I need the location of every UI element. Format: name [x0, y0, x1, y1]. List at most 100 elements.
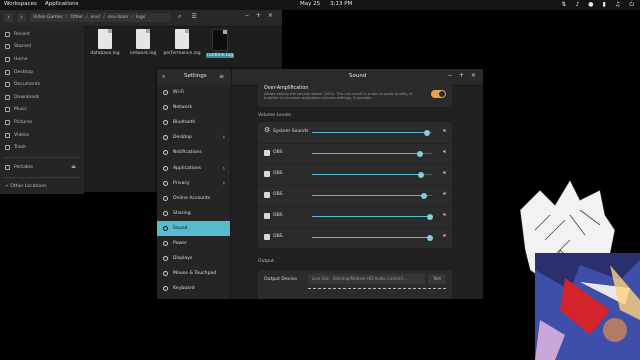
view-options-icon[interactable]: ☰	[191, 13, 196, 21]
sidebar-item-downloads[interactable]: Downloads	[0, 91, 84, 104]
speaker-icon[interactable]: 🔊︎	[443, 233, 446, 239]
output-device-select[interactable]: Line Out - Starship/Matisse HD Audio Con…	[308, 274, 425, 284]
file-item[interactable]: database.log	[84, 29, 126, 56]
sidebar-item-other-locations[interactable]: + Other Locations	[0, 181, 84, 194]
sidebar-item-pictures[interactable]: Pictures	[0, 116, 84, 129]
over-amplification-row: Over-Amplification Allows raising the vo…	[258, 85, 452, 107]
maximize-button[interactable]: +	[256, 12, 261, 19]
test-button[interactable]: Test	[428, 274, 446, 284]
volume-icon[interactable]: ♪	[575, 1, 579, 9]
breadcrumb-item[interactable]: Other	[70, 15, 83, 20]
sidebar-item-recent[interactable]: Recent	[0, 28, 84, 41]
desktop-icon	[5, 69, 10, 75]
minimize-button[interactable]: ‒	[448, 72, 452, 79]
maximize-button[interactable]: +	[459, 72, 464, 79]
sidebar-item-desktop[interactable]: Desktop	[0, 66, 84, 79]
breadcrumb-item[interactable]: logs	[136, 15, 145, 20]
close-button[interactable]: ×	[471, 72, 476, 79]
bluetooth-icon	[163, 120, 168, 126]
app-icon	[264, 171, 270, 177]
volume-slider[interactable]	[312, 213, 433, 220]
volume-slider[interactable]	[312, 150, 432, 157]
app-icon	[264, 234, 270, 240]
sidebar-item-label: Recent	[14, 31, 30, 37]
breadcrumb[interactable]: Video Games / Other / osu! / osu-lazer / logs	[30, 13, 170, 22]
chevron-right-icon: ›	[222, 134, 225, 142]
sidebar-item-desktop[interactable]: Desktop ›	[157, 130, 230, 145]
sidebar-item-power[interactable]: Power	[157, 236, 230, 251]
speaker-icon[interactable]: 🔊︎	[443, 149, 446, 155]
sidebar-item-trash[interactable]: Trash	[0, 141, 84, 154]
speaker-icon[interactable]: 🔊︎	[443, 212, 446, 218]
sidebar-item-network[interactable]: Network	[157, 100, 230, 115]
breadcrumb-item[interactable]: osu!	[91, 15, 101, 20]
file-item[interactable]: performance.log	[161, 29, 203, 56]
sidebar-item-keyboard[interactable]: Keyboard	[157, 281, 230, 296]
minimize-button[interactable]: ‒	[245, 12, 249, 19]
mic-icon[interactable]: ●	[588, 1, 593, 9]
sidebar-item-label: Pictures	[14, 119, 33, 125]
sidebar-item-mouse-touchpad[interactable]: Mouse & Touchpad	[157, 266, 230, 281]
sidebar-item-music[interactable]: Music	[0, 104, 84, 117]
sidebar-item-sound[interactable]: Sound	[157, 220, 230, 236]
sidebar-item-label: Downloads	[14, 94, 40, 100]
sidebar-item-bluetooth[interactable]: Bluetooth	[157, 115, 230, 130]
bell-icon[interactable]: ♫	[615, 1, 620, 9]
battery-icon[interactable]: ▮	[603, 1, 606, 9]
eject-icon[interactable]: ⏏	[71, 164, 76, 170]
sidebar-item-displays[interactable]: Displays	[157, 251, 230, 266]
slider-handle[interactable]	[418, 171, 425, 178]
slider-handle[interactable]	[420, 192, 427, 199]
network-icon[interactable]: ⇅	[561, 1, 566, 9]
system-tray[interactable]: ⇅ ♪ ● ▮ ♫ ⏻	[561, 1, 634, 9]
sidebar-item-wi-fi[interactable]: Wi-Fi	[157, 85, 230, 100]
speaker-icon[interactable]: 🔊︎	[443, 128, 446, 134]
online-accounts-icon	[163, 195, 168, 201]
volume-slider[interactable]	[312, 234, 433, 241]
sidebar-item-documents[interactable]: Documents	[0, 78, 84, 91]
breadcrumb-separator: /	[131, 15, 134, 20]
search-icon[interactable]: ⌕	[178, 13, 181, 21]
workspaces-button[interactable]: Workspaces	[4, 1, 37, 7]
forward-button[interactable]: ›	[17, 13, 26, 22]
file-item[interactable]: runtime.log	[199, 29, 241, 58]
volume-slider[interactable]	[312, 129, 432, 136]
volume-row: OBS 🔊︎	[258, 206, 452, 228]
sidebar-item-privacy[interactable]: Privacy ›	[157, 176, 230, 191]
sidebar-item-label: Notifications	[173, 150, 202, 156]
sidebar-item-notifications[interactable]: Notifications	[157, 145, 230, 160]
search-icon[interactable]: ⌕	[162, 73, 165, 81]
close-button[interactable]: ×	[268, 12, 273, 19]
sidebar-item-starred[interactable]: Starred	[0, 41, 84, 54]
breadcrumb-item[interactable]: osu-lazer	[108, 15, 129, 20]
volume-slider[interactable]	[312, 192, 432, 199]
slider-handle[interactable]	[426, 234, 433, 241]
notifications-icon	[163, 150, 168, 156]
volume-source-name: OBS	[273, 234, 283, 239]
back-button[interactable]: ‹	[4, 13, 13, 22]
over-amplification-toggle[interactable]	[431, 90, 446, 98]
menu-icon[interactable]: ≡	[219, 73, 224, 80]
slider-handle[interactable]	[417, 150, 423, 157]
speaker-icon[interactable]: 🔊︎	[443, 170, 446, 176]
sidebar-item-portable[interactable]: Portable ⏏	[0, 161, 84, 174]
applications-button[interactable]: Applications	[45, 1, 79, 7]
sidebar-item-sharing[interactable]: Sharing	[157, 206, 230, 221]
sidebar-item-label: Home	[14, 56, 28, 62]
file-item[interactable]: network.log	[122, 29, 164, 56]
breadcrumb-item[interactable]: Video Games	[33, 15, 63, 20]
power-icon	[163, 240, 168, 246]
volume-slider[interactable]	[312, 171, 432, 178]
power-icon[interactable]: ⏻	[629, 1, 634, 9]
output-volume-indicator	[308, 288, 446, 289]
clock[interactable]: May 25 3:13 PM	[300, 1, 352, 7]
sidebar-item-home[interactable]: Home	[0, 53, 84, 66]
slider-handle[interactable]	[424, 129, 431, 136]
page-title: Sound	[349, 73, 367, 79]
file-name: database.log	[90, 51, 120, 56]
slider-handle[interactable]	[426, 213, 433, 220]
speaker-icon[interactable]: 🔊︎	[443, 191, 446, 197]
sidebar-item-online-accounts[interactable]: Online Accounts	[157, 191, 230, 206]
sidebar-item-applications[interactable]: Applications ›	[157, 160, 230, 175]
sidebar-item-videos[interactable]: Videos	[0, 129, 84, 142]
